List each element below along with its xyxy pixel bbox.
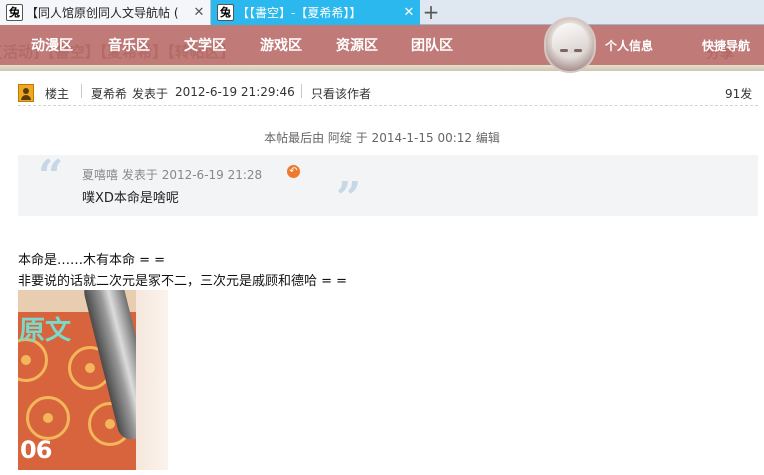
nav-item-resources[interactable]: 资源区 — [336, 35, 378, 55]
post-role: 楼主 — [45, 87, 70, 101]
avatar-hair — [552, 23, 588, 53]
post-body-line: 本命是……木有本命 = = — [18, 253, 166, 268]
tab-title: 【【書空】-【夏希希】】 — [237, 6, 362, 20]
quote-time: 2012-6-19 21:28 — [161, 168, 263, 182]
divider — [81, 84, 82, 98]
edit-note: 本帖最后由 阿绽 于 2014-1-15 00:12 编辑 — [264, 131, 500, 145]
open-quote-icon: “ — [38, 151, 64, 202]
nav-item-music[interactable]: 音乐区 — [108, 35, 150, 55]
rabbit-favicon-icon: 兔 — [6, 4, 23, 21]
image-number: 06 — [20, 436, 52, 464]
quick-nav-link[interactable]: 快捷导航 — [702, 37, 750, 54]
avatar-eye — [574, 49, 582, 52]
browser-tab-strip: 兔 【同人馆原创同人文导航帖 ( ✕ 兔 【【書空】-【夏希希】】 ✕ + — [0, 0, 764, 25]
close-tab-icon[interactable]: ✕ — [402, 5, 416, 20]
post-author-link[interactable]: 夏希希 — [91, 85, 127, 102]
rabbit-favicon-icon: 兔 — [217, 4, 234, 21]
image-pale-edge — [136, 290, 168, 470]
nav-item-teams[interactable]: 团队区 — [411, 35, 453, 55]
tab-title: 【同人馆原创同人文导航帖 ( — [26, 6, 179, 20]
quote-meta: 夏嘻嘻 发表于 2012-6-19 21:28 — [82, 166, 262, 183]
post-header: 楼主 夏希希 发表于 2012-6-19 21:29:46 只看该作者 91发 — [18, 80, 758, 106]
personal-info-link[interactable]: 个人信息 — [605, 37, 653, 54]
close-quote-icon: ” — [336, 173, 362, 224]
quote-posted-label: 发表于 — [121, 168, 158, 182]
posted-label: 发表于 — [132, 87, 169, 101]
close-tab-icon[interactable]: ✕ — [192, 5, 206, 20]
quote-author: 夏嘻嘻 — [82, 168, 119, 182]
nav-underline-stripe — [0, 65, 764, 71]
go-to-post-icon[interactable]: ↶ — [287, 165, 300, 178]
post-body-line: 非要说的话就二次元是冢不二，三次元是戚顾和德哈 = = — [18, 274, 348, 289]
flower-pattern — [26, 396, 70, 440]
new-tab-button[interactable]: + — [420, 0, 442, 25]
avatar-eye — [560, 49, 568, 52]
floor-number[interactable]: 91发 — [725, 85, 752, 102]
user-avatar[interactable] — [544, 17, 596, 73]
nav-item-anime[interactable]: 动漫区 — [31, 35, 73, 55]
divider — [301, 84, 302, 98]
post-image[interactable]: 原文 06 — [18, 290, 168, 470]
nav-item-games[interactable]: 游戏区 — [260, 35, 302, 55]
browser-tab-active[interactable]: 兔 【【書空】-【夏希希】】 ✕ — [211, 0, 420, 25]
browser-tab-inactive[interactable]: 兔 【同人馆原创同人文导航帖 ( ✕ — [0, 0, 211, 25]
nav-item-literature[interactable]: 文学区 — [184, 35, 226, 55]
only-author-link[interactable]: 只看该作者 — [311, 85, 371, 102]
posted-time: 2012-6-19 21:29:46 — [175, 85, 295, 99]
user-icon — [18, 84, 34, 102]
quote-text: 噗XD本命是啥呢 — [82, 191, 179, 206]
quote-block: “ 夏嘻嘻 发表于 2012-6-19 21:28 ↶ 噗XD本命是啥呢 ” — [18, 151, 758, 221]
image-caption: 原文 — [19, 316, 72, 346]
